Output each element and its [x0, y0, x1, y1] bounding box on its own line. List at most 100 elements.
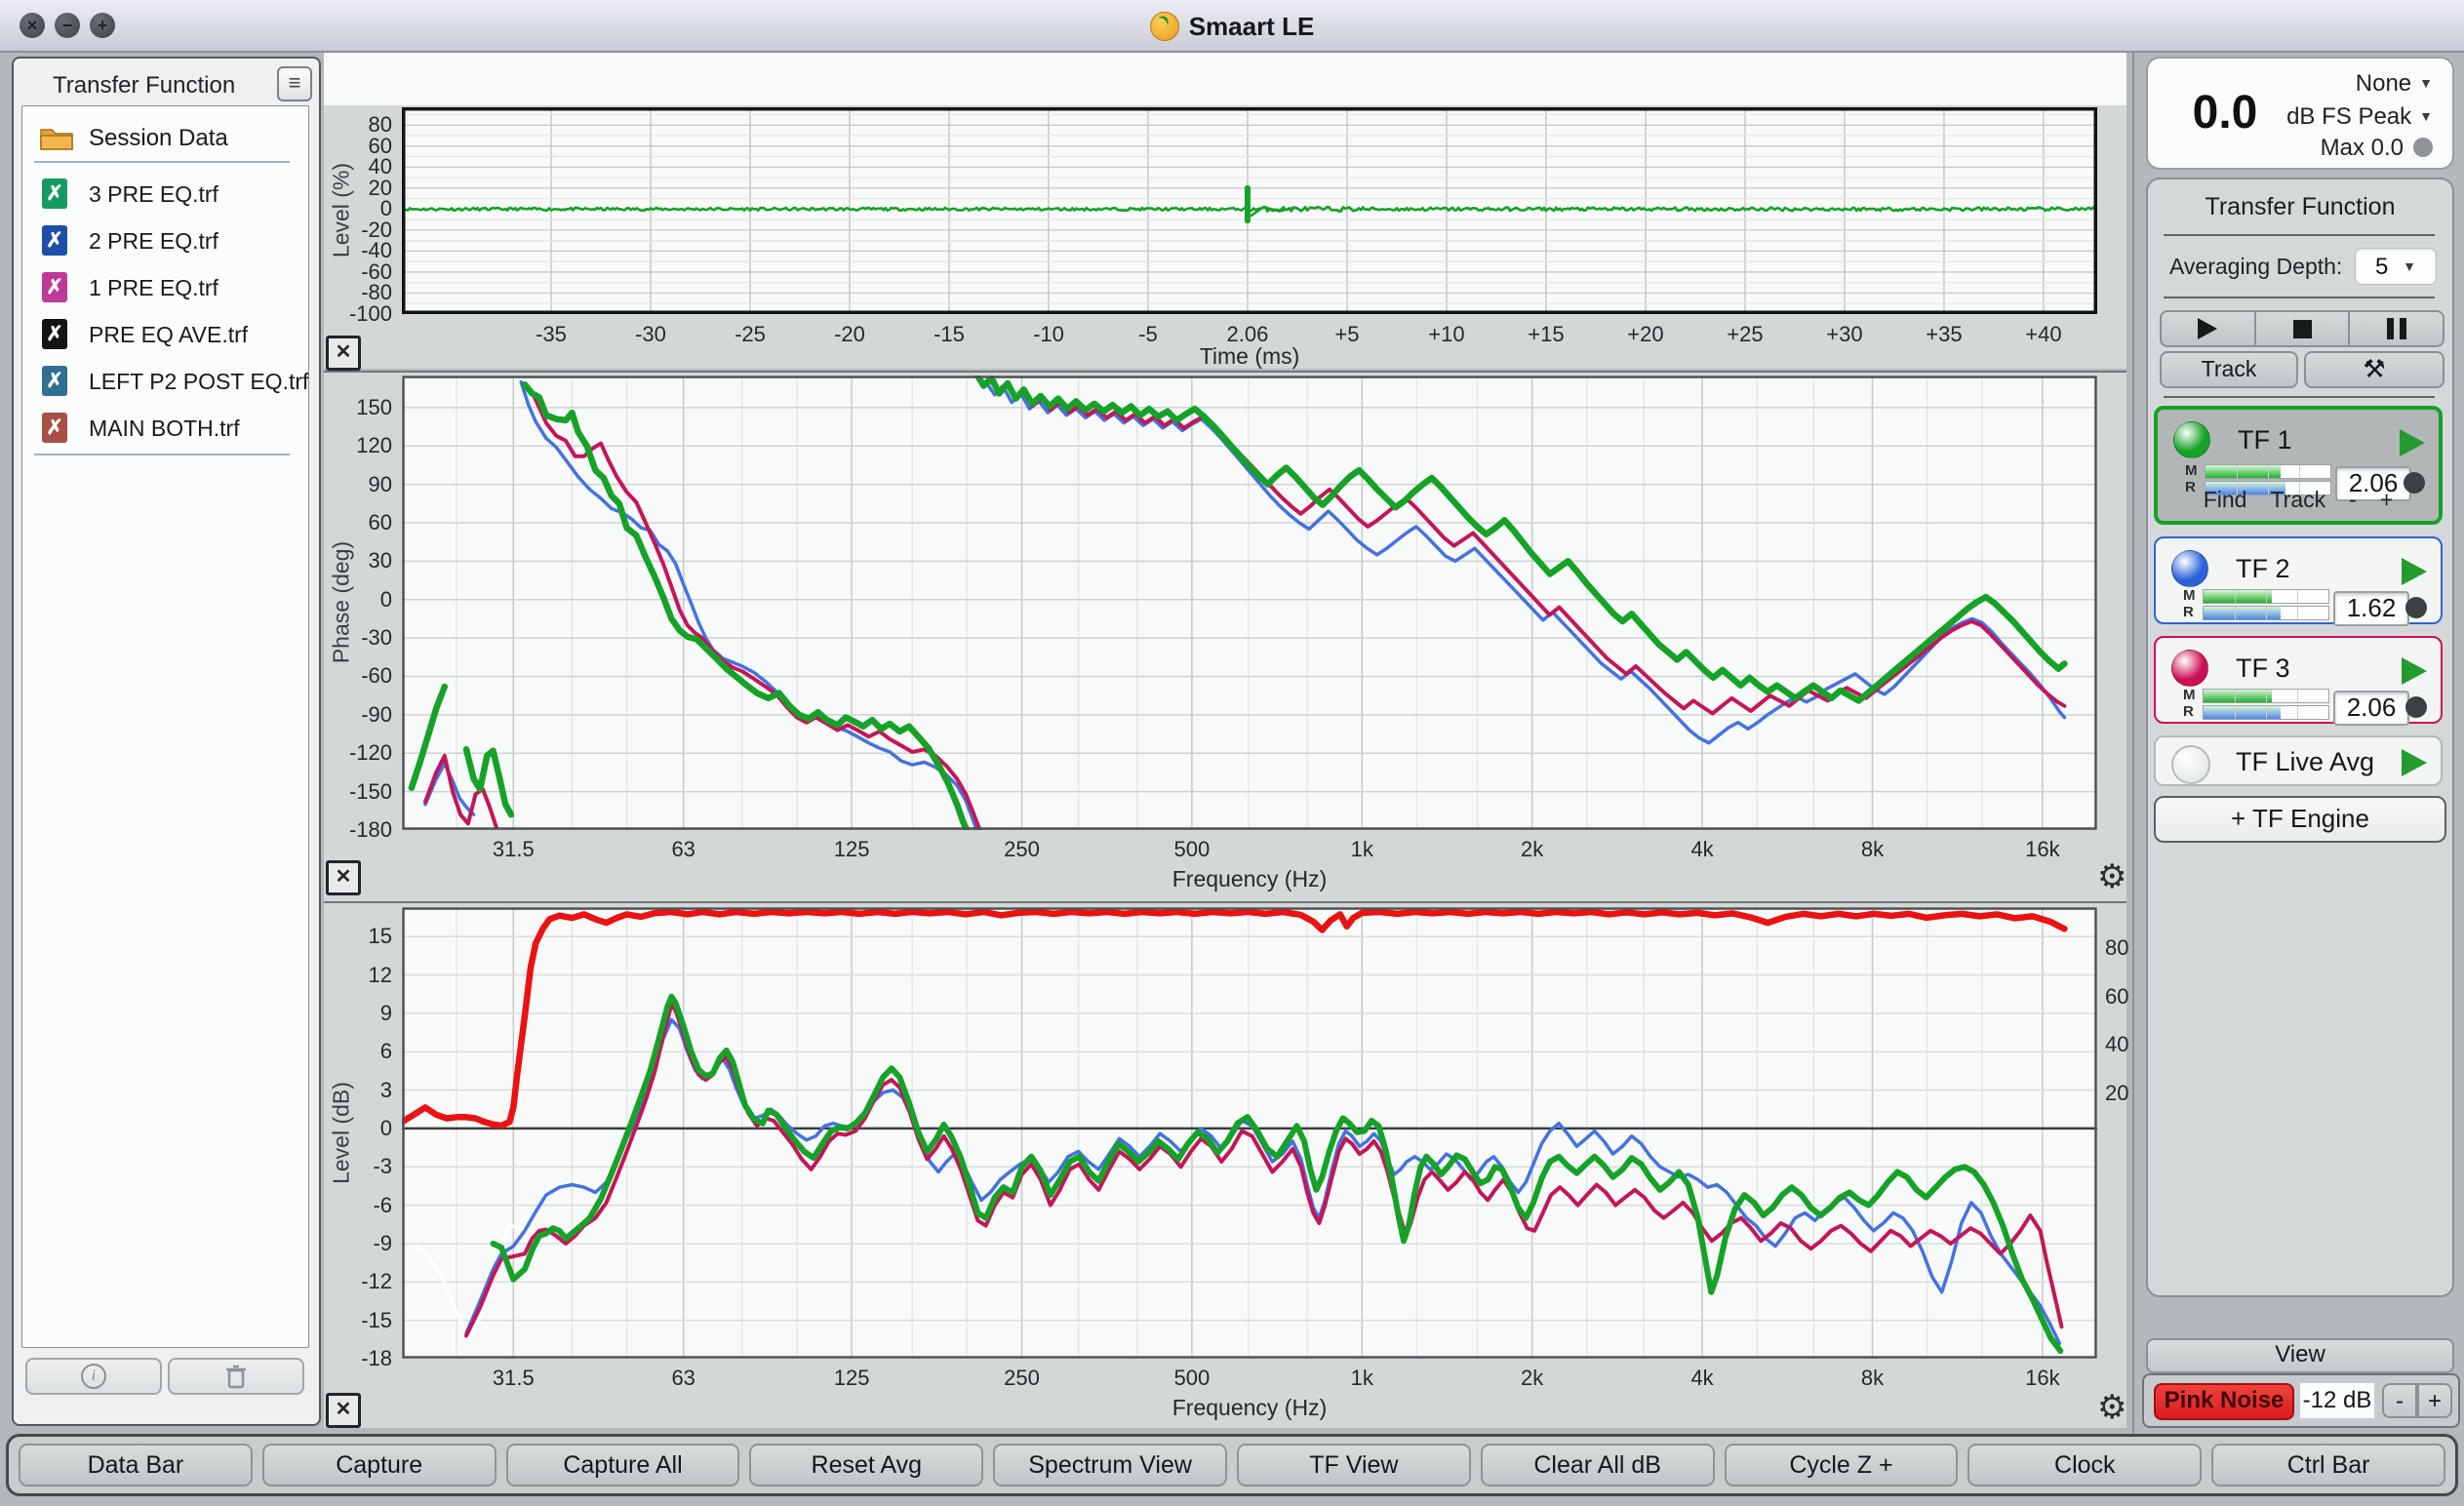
signal-meter-m	[2205, 464, 2331, 479]
session-file-list: Session Data ✗3 PRE EQ.trf ✗2 PRE EQ.trf ✗…	[21, 105, 309, 1348]
add-tf-engine-button[interactable]: + TF Engine	[2154, 796, 2446, 843]
tf-engine-1[interactable]: TF 1MR2.06FindTrack-+	[2154, 406, 2443, 525]
trace-file-icon: ✗	[42, 413, 67, 443]
meter-fill	[2204, 607, 2281, 619]
meter-source-dropdown[interactable]: None▼	[2356, 70, 2433, 98]
magnitude-settings-gear-icon[interactable]: ⚙	[2097, 1391, 2126, 1424]
control-bar-button-capture[interactable]: Capture	[262, 1444, 497, 1486]
mag-y-tick-label: -9	[326, 1231, 392, 1256]
hammer-wrench-icon: ⚒	[2363, 354, 2385, 383]
trace-tf-1-magnitude	[494, 997, 2061, 1351]
list-item-file[interactable]: ✗1 PRE EQ.trf	[32, 268, 296, 307]
tf-engine-2[interactable]: TF 2MR1.62	[2154, 536, 2443, 624]
track-button[interactable]: Track	[2160, 351, 2298, 388]
list-item-file[interactable]: ✗PRE EQ AVE.trf	[32, 315, 296, 354]
play-button[interactable]	[2162, 312, 2256, 345]
meter-segment-divider	[2297, 690, 2298, 702]
meter-segment-divider	[2235, 706, 2236, 719]
engine-play-icon[interactable]	[2400, 429, 2425, 456]
list-item-file[interactable]: ✗MAIN BOTH.trf	[32, 409, 296, 448]
list-item-file[interactable]: ✗LEFT P2 POST EQ.trf	[32, 362, 296, 401]
list-item-file[interactable]: ✗3 PRE EQ.trf	[32, 175, 296, 214]
file-info-button[interactable]: i	[25, 1358, 162, 1395]
magnitude-close-button[interactable]: ✕	[326, 1393, 361, 1428]
view-button[interactable]: View	[2146, 1338, 2454, 1373]
phase-y-tick-label: 90	[326, 472, 392, 497]
engine-play-icon[interactable]	[2402, 657, 2427, 685]
pink-noise-button[interactable]: Pink Noise	[2154, 1383, 2294, 1420]
generator-level-minus-button[interactable]: -	[2382, 1383, 2417, 1418]
phase-close-button[interactable]: ✕	[326, 860, 361, 895]
mag-x-tick-label: 1k	[1323, 1366, 1401, 1391]
divider	[2164, 297, 2435, 298]
meter-fill	[2204, 590, 2272, 603]
info-icon: i	[81, 1364, 106, 1389]
phase-x-tick-label: 125	[813, 837, 891, 862]
lin-x-tick-label: -25	[711, 322, 789, 347]
meter-label-m: M	[2185, 462, 2198, 479]
delay-value-field[interactable]: 1.62	[2333, 591, 2409, 626]
phase-x-tick-label: 1k	[1323, 837, 1401, 862]
meter-segment-divider	[2297, 607, 2298, 619]
capture-dot-icon[interactable]	[2405, 597, 2427, 618]
signal-meter-r	[2203, 606, 2329, 620]
coherence-tick-label: 40	[2105, 1032, 2154, 1057]
control-bar-button-data-bar[interactable]: Data Bar	[19, 1444, 253, 1486]
control-bar-button-clear-all-db[interactable]: Clear All dB	[1481, 1444, 1715, 1486]
engine-control-track[interactable]: Track	[2270, 487, 2325, 512]
trace-tf-1-phase	[412, 376, 2064, 830]
pause-button[interactable]	[2350, 312, 2443, 345]
phase-plot-area[interactable]	[402, 376, 2097, 830]
phase-x-tick-label: 2k	[1493, 837, 1571, 862]
control-bar-button-ctrl-bar[interactable]: Ctrl Bar	[2211, 1444, 2445, 1486]
chevron-down-icon: ▼	[2419, 75, 2433, 91]
engine-control-+[interactable]: +	[2380, 487, 2393, 512]
mag-plot-area[interactable]	[402, 907, 2097, 1359]
delay-value-field[interactable]: 2.06	[2333, 691, 2409, 726]
engine-control-find[interactable]: Find	[2204, 487, 2247, 512]
meter-segment-divider	[2237, 465, 2238, 478]
phase-x-tick-label: 31.5	[474, 837, 552, 862]
input-meter-box: 0.0 None▼ dB FS Peak▼ Max 0.0	[2146, 57, 2454, 170]
mag-x-tick-label: 16k	[2004, 1366, 2082, 1391]
capture-dot-icon[interactable]	[2405, 696, 2427, 718]
control-bar-button-clock[interactable]: Clock	[1967, 1444, 2202, 1486]
tools-button[interactable]: ⚒	[2304, 351, 2444, 388]
control-bar-button-reset-avg[interactable]: Reset Avg	[749, 1444, 983, 1486]
tf-engine-3[interactable]: TF 3MR2.06	[2154, 636, 2443, 724]
divider	[2164, 396, 2435, 398]
lin-plot-area[interactable]	[402, 107, 2097, 314]
file-delete-button[interactable]	[168, 1358, 304, 1395]
tf-live-avg-row[interactable]: TF Live Avg	[2154, 735, 2443, 786]
library-menu-button[interactable]: ≡	[277, 66, 312, 101]
engine-color-ball	[2171, 745, 2210, 784]
control-bar-button-capture-all[interactable]: Capture All	[506, 1444, 740, 1486]
list-divider	[34, 454, 290, 456]
lin-close-button[interactable]: ✕	[326, 336, 361, 371]
list-item-file[interactable]: ✗2 PRE EQ.trf	[32, 221, 296, 260]
phase-x-tick-label: 63	[645, 837, 723, 862]
generator-level-plus-button[interactable]: +	[2417, 1383, 2452, 1418]
engine-control-[interactable]: -	[2349, 487, 2357, 512]
mag-x-tick-label: 4k	[1663, 1366, 1741, 1391]
engine-play-icon[interactable]	[2402, 749, 2427, 776]
control-bar-button-tf-view[interactable]: TF View	[1237, 1444, 1471, 1486]
control-bar-button-spectrum-view[interactable]: Spectrum View	[993, 1444, 1227, 1486]
lin-x-tick-label: -15	[910, 322, 988, 347]
engine-play-icon[interactable]	[2402, 558, 2427, 585]
phase-settings-gear-icon[interactable]: ⚙	[2097, 860, 2126, 893]
meter-segment-divider	[2266, 706, 2267, 719]
chevron-down-icon: ▼	[2419, 108, 2433, 124]
transfer-function-panel: Transfer Function Averaging Depth: 5 ▼ T…	[2146, 178, 2454, 1297]
window-title: Smaart LE	[0, 12, 2464, 42]
trace-file-icon: ✗	[42, 272, 67, 302]
control-bar-button-cycle-z-[interactable]: Cycle Z +	[1725, 1444, 1959, 1486]
stop-button[interactable]	[2256, 312, 2351, 345]
trace-tf-3-phase	[425, 379, 2064, 830]
mag-x-tick-label: 125	[813, 1366, 891, 1391]
session-data-folder[interactable]: Session Data	[32, 118, 296, 157]
meter-unit-dropdown[interactable]: dB FS Peak▼	[2286, 103, 2433, 131]
phase-y-tick-label: -150	[326, 779, 392, 805]
peak-reset-dot-icon[interactable]	[2413, 138, 2433, 157]
averaging-depth-select[interactable]: 5 ▼	[2355, 248, 2437, 285]
